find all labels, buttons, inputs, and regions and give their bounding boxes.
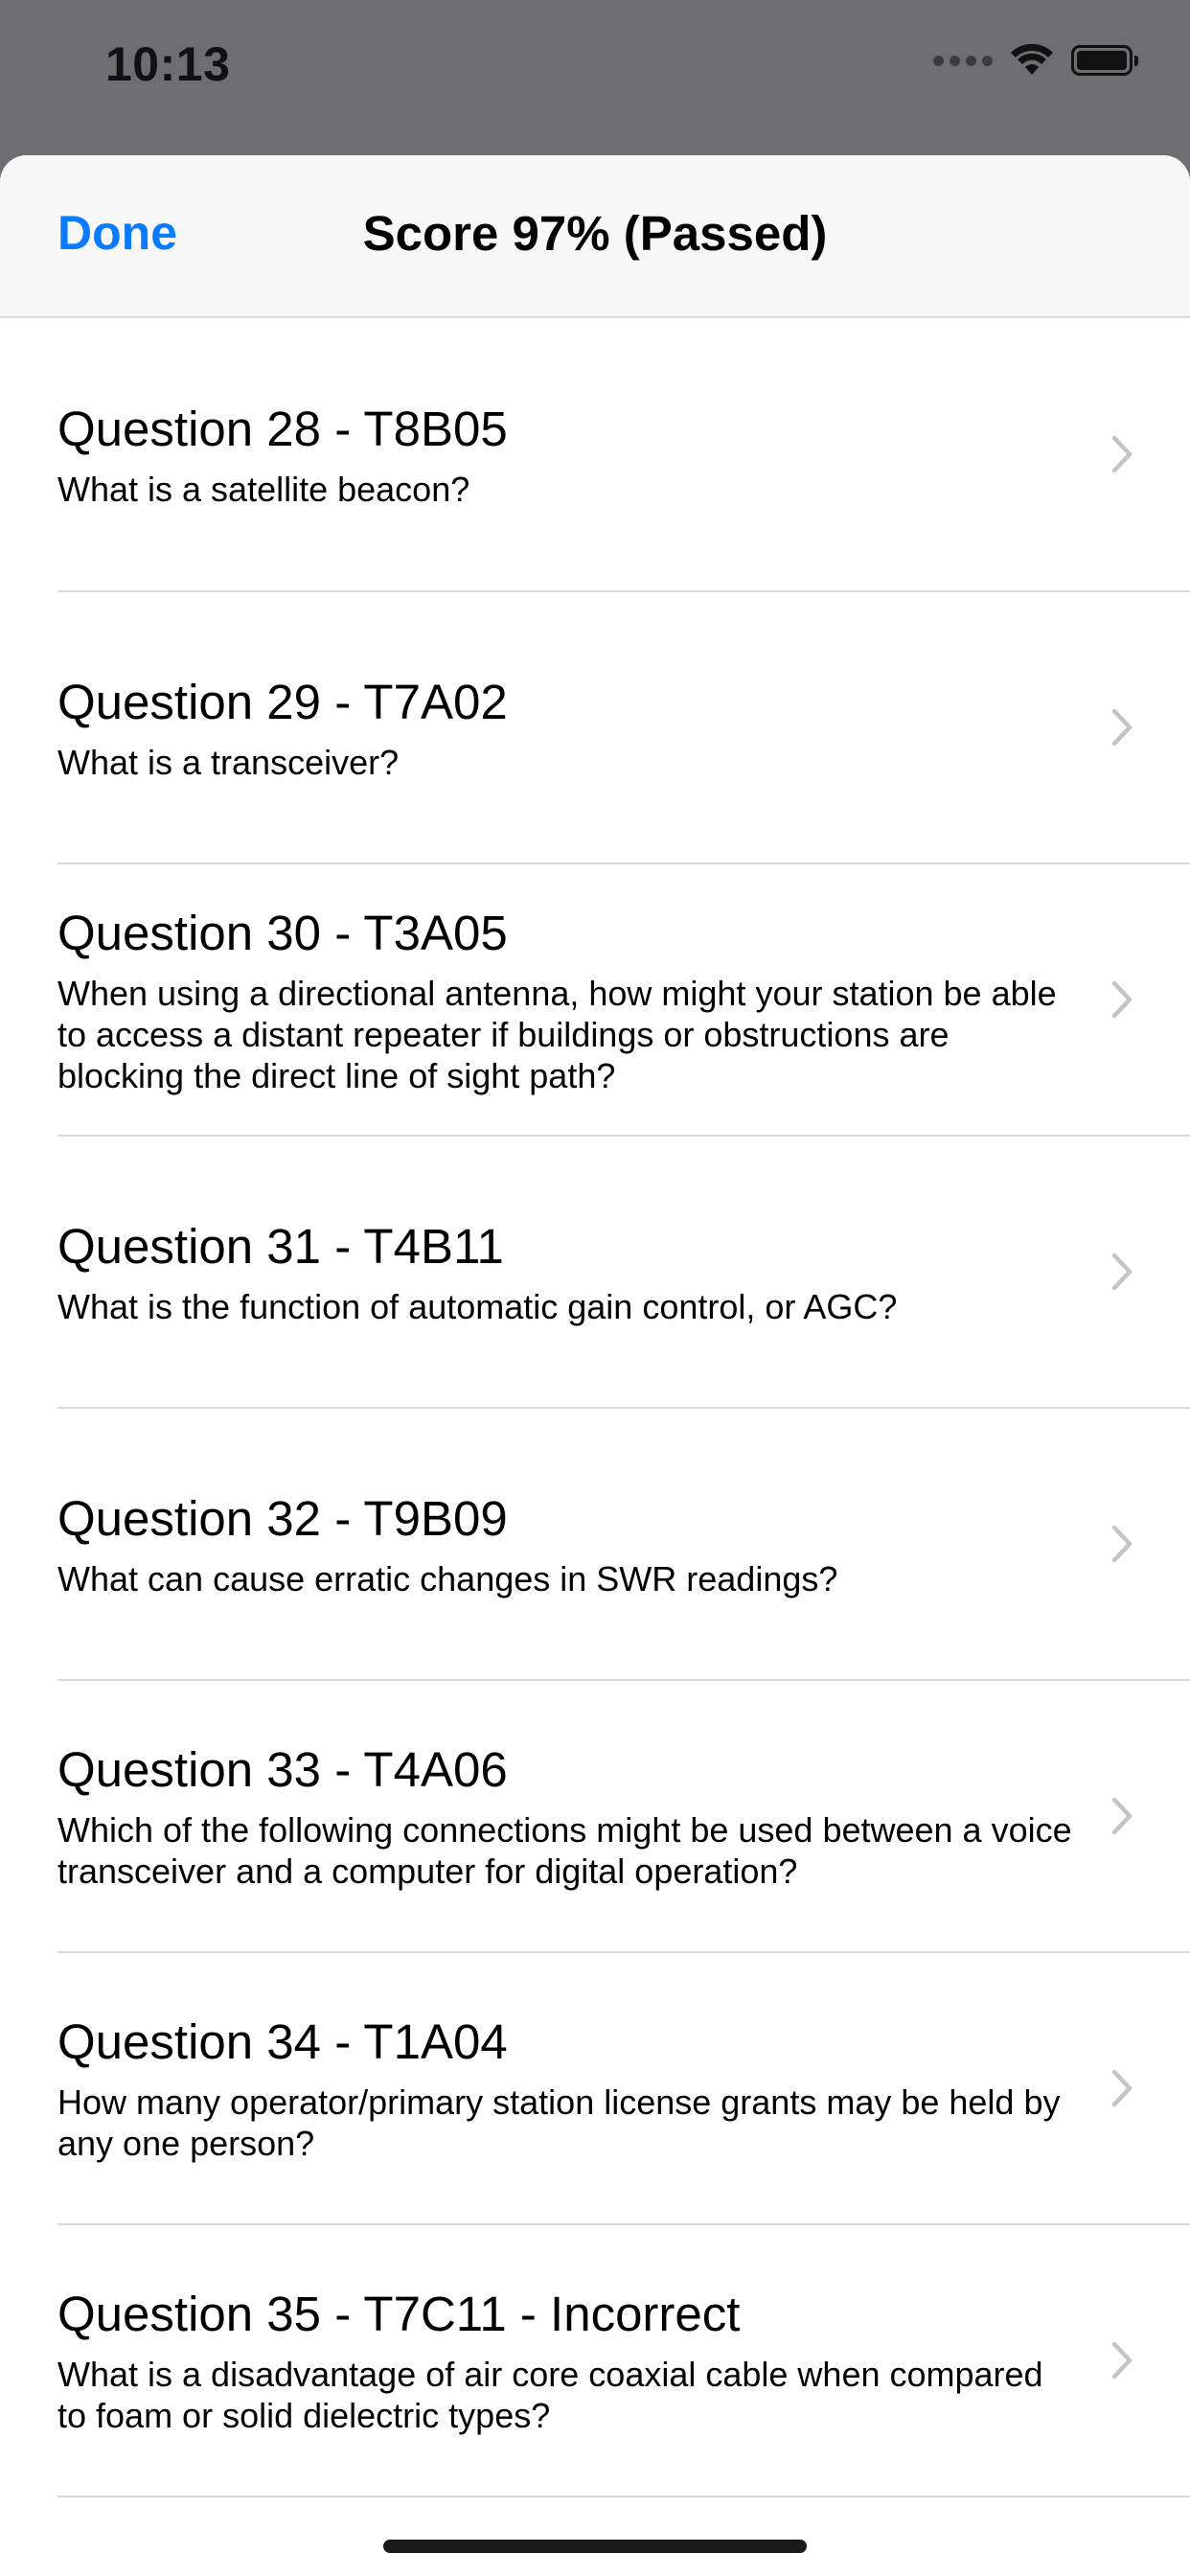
status-bar: 10:13 bbox=[0, 0, 1190, 153]
battery-icon bbox=[1071, 45, 1138, 76]
question-text: How many operator/primary station licens… bbox=[57, 2082, 1061, 2163]
question-title: Question 34 - T1A04 bbox=[57, 2014, 508, 2069]
chevron-right-icon bbox=[1111, 1797, 1133, 1835]
question-title: Question 30 - T3A05 bbox=[57, 905, 508, 960]
question-row[interactable]: Question 28 - T8B05 What is a satellite … bbox=[57, 318, 1190, 592]
navigation-bar: Done Score 97% (Passed) bbox=[0, 155, 1190, 318]
question-title: Question 28 - T8B05 bbox=[57, 401, 508, 456]
question-row[interactable]: Question 32 - T9B09 What can cause errat… bbox=[57, 1409, 1190, 1681]
question-title: Question 29 - T7A02 bbox=[57, 674, 508, 729]
question-text: What is a disadvantage of air core coaxi… bbox=[57, 2355, 1043, 2435]
wifi-icon bbox=[1011, 44, 1053, 75]
question-row[interactable]: Question 29 - T7A02 What is a transceive… bbox=[57, 592, 1190, 864]
question-text: Which of the following connections might… bbox=[57, 1810, 1072, 1891]
page-title: Score 97% (Passed) bbox=[362, 206, 828, 261]
question-list: Question 28 - T8B05 What is a satellite … bbox=[0, 318, 1190, 2497]
question-text: What is a transceiver? bbox=[57, 742, 400, 782]
results-sheet: Done Score 97% (Passed) Question 28 - T8… bbox=[0, 155, 1190, 2576]
cellular-signal-icon bbox=[933, 55, 993, 66]
question-text: What is a satellite beacon? bbox=[57, 469, 470, 509]
chevron-right-icon bbox=[1111, 1253, 1133, 1291]
question-row[interactable]: Question 35 - T7C11 - Incorrect What is … bbox=[57, 2225, 1190, 2497]
chevron-right-icon bbox=[1111, 708, 1133, 747]
question-text: What is the function of automatic gain c… bbox=[57, 1286, 898, 1326]
home-indicator[interactable] bbox=[383, 2540, 807, 2553]
chevron-right-icon bbox=[1111, 2069, 1133, 2107]
chevron-right-icon bbox=[1111, 2341, 1133, 2380]
status-icons bbox=[933, 44, 1138, 77]
question-row[interactable]: Question 31 - T4B11 What is the function… bbox=[57, 1137, 1190, 1409]
question-text: What can cause erratic changes in SWR re… bbox=[57, 1558, 838, 1598]
question-title: Question 35 - T7C11 - Incorrect bbox=[57, 2287, 741, 2341]
question-title: Question 33 - T4A06 bbox=[57, 1742, 508, 1797]
question-title: Question 32 - T9B09 bbox=[57, 1490, 508, 1546]
question-row[interactable]: Question 33 - T4A06 Which of the followi… bbox=[57, 1681, 1190, 1953]
status-time: 10:13 bbox=[105, 37, 231, 91]
chevron-right-icon bbox=[1111, 1525, 1133, 1563]
chevron-right-icon bbox=[1111, 980, 1133, 1019]
question-row[interactable]: Question 34 - T1A04 How many operator/pr… bbox=[57, 1953, 1190, 2225]
chevron-right-icon bbox=[1111, 435, 1133, 473]
question-text: When using a directional antenna, how mi… bbox=[57, 973, 1057, 1095]
question-title: Question 31 - T4B11 bbox=[57, 1218, 504, 1274]
question-row[interactable]: Question 30 - T3A05 When using a directi… bbox=[57, 864, 1190, 1137]
